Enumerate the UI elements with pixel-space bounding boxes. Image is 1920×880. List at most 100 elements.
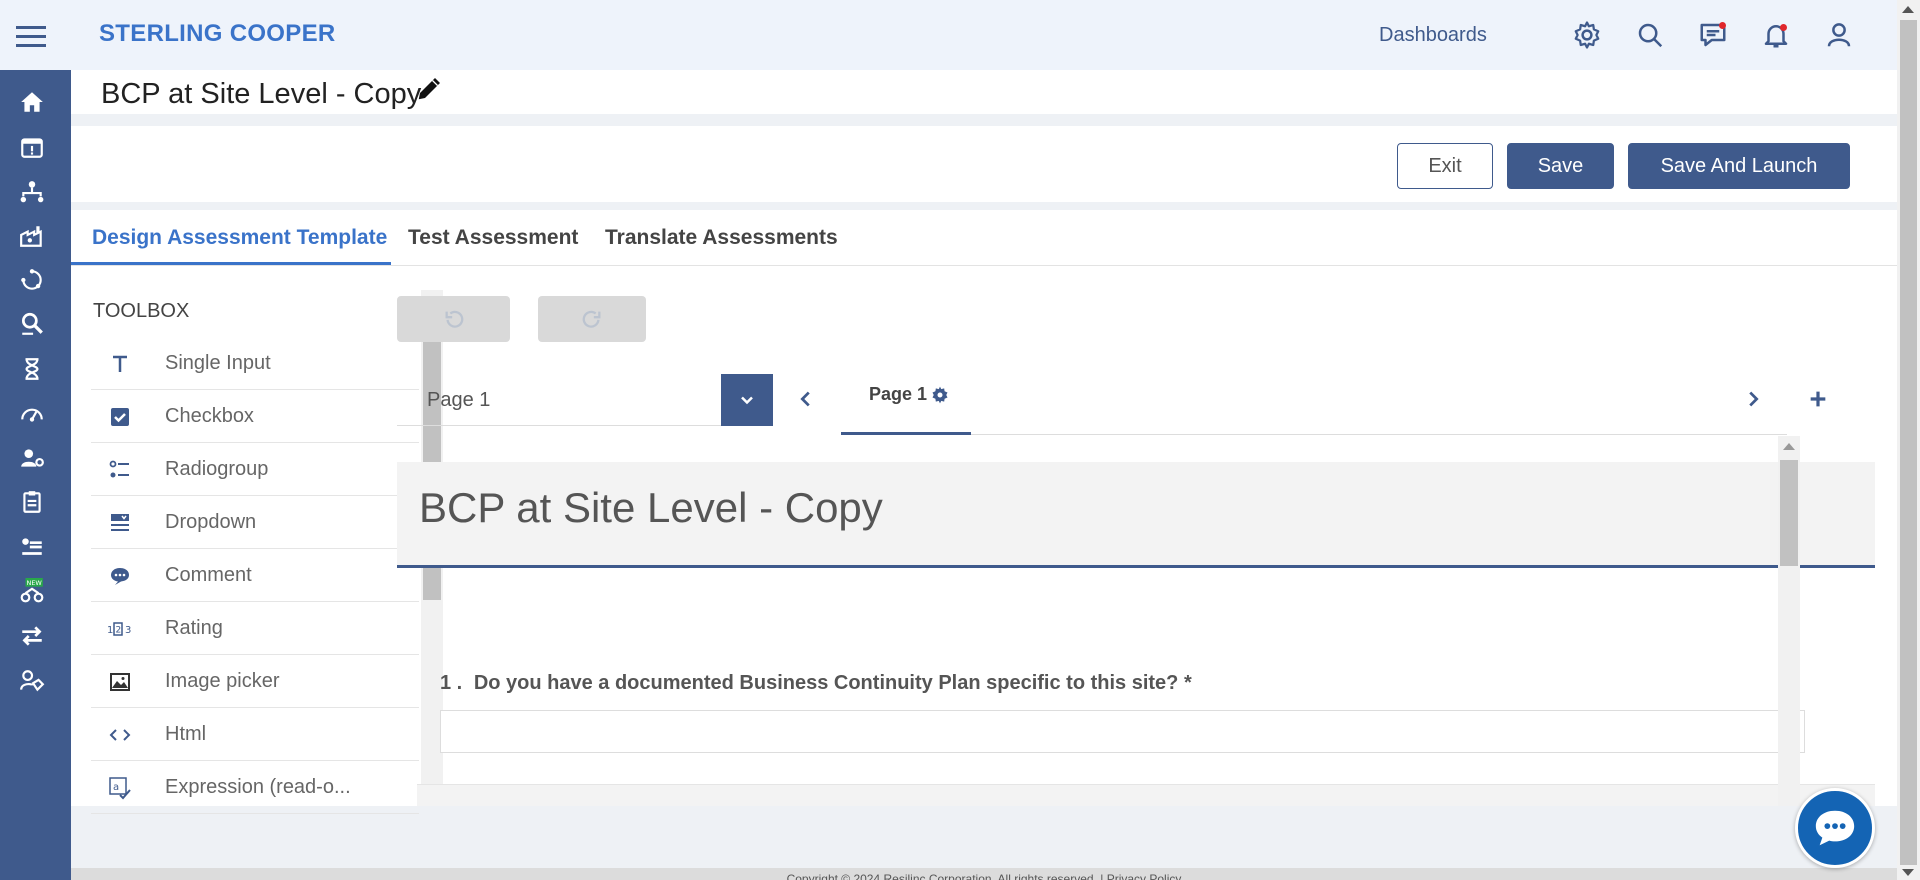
user-profile-icon[interactable] — [1824, 20, 1854, 50]
active-tab-indicator — [71, 262, 391, 265]
toolbox-item-radiogroup[interactable]: Radiogroup — [91, 444, 419, 496]
calendar-alert-icon[interactable] — [18, 133, 46, 161]
chat-support-icon[interactable] — [1795, 788, 1875, 868]
next-question-panel — [417, 784, 1875, 806]
page-select-value: Page 1 — [427, 389, 491, 411]
toolbox-item-dropdown[interactable]: Dropdown — [91, 497, 419, 549]
redo-button[interactable] — [538, 296, 646, 342]
toolbox-item-label: Radiogroup — [165, 458, 269, 480]
survey-title[interactable]: BCP at Site Level - Copy — [419, 484, 883, 532]
page-scroll-down-arrow-icon[interactable] — [1902, 869, 1914, 876]
toolbox-item-label: Image picker — [165, 670, 280, 692]
prev-page-chevron-icon[interactable] — [791, 384, 821, 414]
user-tag-icon[interactable] — [18, 667, 46, 695]
network-icon[interactable] — [18, 178, 46, 206]
nav-top — [0, 0, 71, 70]
comment-icon — [105, 561, 135, 591]
settings-gear-icon[interactable] — [1572, 20, 1602, 50]
cycle-icon[interactable] — [18, 266, 46, 294]
svg-text:3: 3 — [125, 625, 131, 636]
main-tabs: Design Assessment Template Test Assessme… — [71, 210, 1897, 266]
new-feature-icon[interactable]: NEW — [18, 577, 46, 605]
svg-text:1: 1 — [107, 625, 113, 636]
workspace: TOOLBOX Single Input Checkbox Radiogroup… — [71, 266, 1897, 814]
question-text: Do you have a documented Business Contin… — [473, 672, 1192, 694]
page-tabs-divider — [841, 434, 1787, 435]
question-1-answer-input[interactable] — [440, 710, 1805, 753]
bell-notification-dot — [1780, 24, 1787, 31]
toolbox-item-rating[interactable]: 123 Rating — [91, 603, 419, 655]
text-icon — [105, 349, 135, 379]
search-risk-icon[interactable] — [18, 310, 46, 338]
messages-notification-dot — [1719, 22, 1726, 29]
toolbox-item-html[interactable]: Html — [91, 709, 419, 761]
page-tab-label: Page 1 — [869, 384, 928, 404]
page-scroll-up-arrow-icon[interactable] — [1902, 6, 1914, 13]
active-page-tab-indicator — [841, 432, 971, 435]
gauge-icon[interactable] — [18, 400, 46, 428]
brand-logo-text[interactable]: STERLING COOPER — [99, 20, 336, 48]
dropdown-icon — [105, 508, 135, 538]
hamburger-menu-icon[interactable] — [16, 26, 46, 48]
left-nav: NEW — [0, 0, 71, 880]
save-button[interactable]: Save — [1507, 143, 1614, 189]
survey-canvas: BCP at Site Level - Copy 1 . Do you have… — [397, 462, 1887, 806]
next-page-chevron-icon[interactable] — [1738, 384, 1768, 414]
image-icon — [105, 667, 135, 697]
toolbox-item-label: Single Input — [165, 352, 271, 374]
page-settings-gear-icon — [932, 386, 948, 403]
bell-icon[interactable] — [1761, 20, 1791, 50]
undo-icon — [445, 310, 463, 328]
toolbox-item-expression[interactable]: a Expression (read-o... — [91, 762, 419, 814]
toolbox-item-single-input[interactable]: Single Input — [91, 338, 419, 390]
tab-test-assessment[interactable]: Test Assessment — [408, 226, 578, 250]
code-icon — [105, 720, 135, 750]
survey-scrollbar-thumb[interactable] — [1780, 460, 1798, 566]
toolbox-item-image-picker[interactable]: Image picker — [91, 656, 419, 708]
toolbox-item-label: Dropdown — [165, 511, 257, 533]
factory-icon[interactable] — [18, 222, 46, 250]
survey-scroll-up-arrow-icon[interactable] — [1783, 443, 1795, 450]
survey-header[interactable]: BCP at Site Level - Copy — [397, 462, 1875, 568]
page-scrollbar-thumb[interactable] — [1900, 20, 1917, 865]
add-page-plus-icon[interactable] — [1803, 384, 1833, 414]
undo-button[interactable] — [397, 296, 510, 342]
exit-button[interactable]: Exit — [1397, 143, 1493, 189]
hourglass-icon[interactable] — [18, 355, 46, 383]
checkbox-icon — [105, 402, 135, 432]
search-icon[interactable] — [1635, 20, 1665, 50]
home-icon[interactable] — [18, 88, 46, 116]
save-and-launch-button[interactable]: Save And Launch — [1628, 143, 1850, 189]
toolbox-item-label: Expression (read-o... — [165, 776, 351, 798]
people-transfer-icon[interactable] — [18, 533, 46, 561]
svg-text:NEW: NEW — [26, 579, 42, 587]
toolbox-item-label: Checkbox — [165, 405, 254, 427]
clipboard-icon[interactable] — [18, 488, 46, 516]
toolbox-item-label: Rating — [165, 617, 223, 639]
dashboards-link[interactable]: Dashboards — [1379, 24, 1487, 47]
radiogroup-icon — [105, 455, 135, 485]
question-1[interactable]: 1 . Do you have a documented Business Co… — [440, 672, 1192, 695]
svg-text:2: 2 — [116, 625, 122, 635]
top-header: STERLING COOPER Dashboards — [71, 0, 1897, 70]
toolbox-item-checkbox[interactable]: Checkbox — [91, 391, 419, 443]
swap-arrows-icon[interactable] — [18, 622, 46, 650]
redo-icon — [582, 310, 601, 328]
toolbox-item-label: Comment — [165, 564, 252, 586]
page-tab-page-1[interactable]: Page 1 — [869, 384, 950, 405]
messages-icon[interactable] — [1698, 20, 1728, 50]
svg-text:a: a — [113, 782, 119, 793]
edit-pencil-icon[interactable] — [415, 73, 445, 103]
page-select-dropdown[interactable]: Page 1 — [397, 374, 773, 426]
tab-translate-assessments[interactable]: Translate Assessments — [605, 226, 838, 250]
survey-scrollbar[interactable] — [1778, 436, 1800, 806]
expression-icon: a — [105, 773, 135, 803]
user-settings-icon[interactable] — [18, 444, 46, 472]
chevron-down-icon[interactable] — [721, 374, 773, 426]
page-scrollbar[interactable] — [1897, 0, 1920, 880]
page-title: BCP at Site Level - Copy — [101, 78, 422, 110]
toolbox-item-comment[interactable]: Comment — [91, 550, 419, 602]
action-bar: Exit Save Save And Launch — [71, 126, 1897, 202]
title-bar: BCP at Site Level - Copy — [71, 70, 1897, 114]
tab-design-assessment-template[interactable]: Design Assessment Template — [92, 226, 387, 250]
